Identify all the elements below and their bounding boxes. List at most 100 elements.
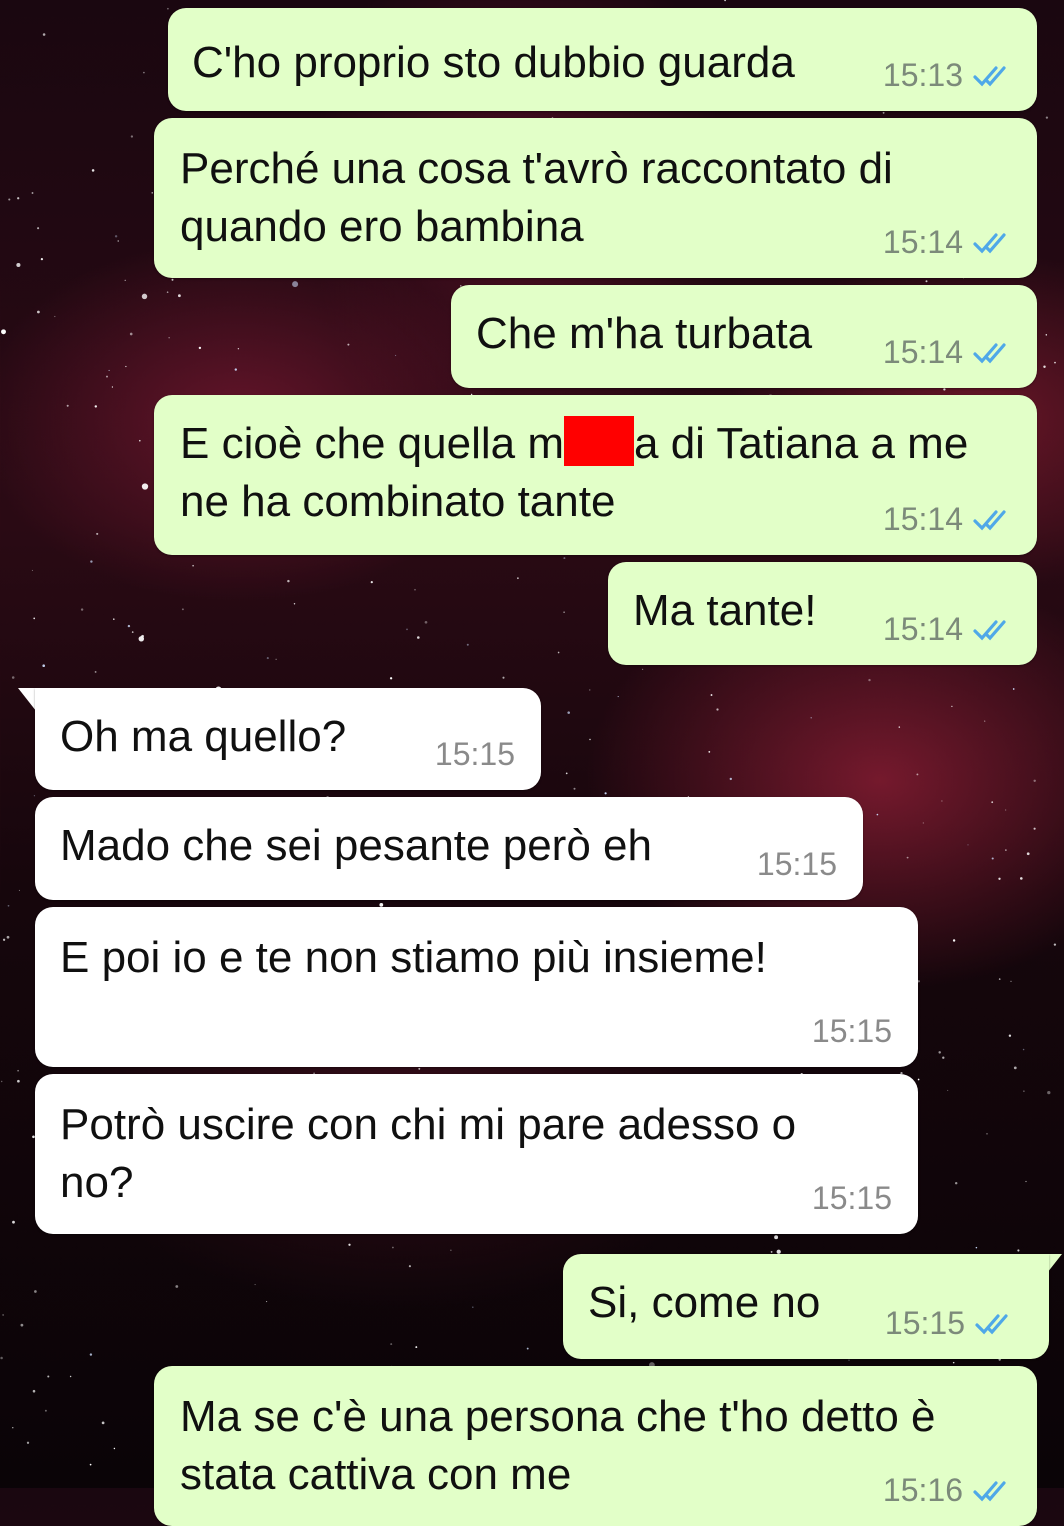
star (604, 792, 607, 795)
star (716, 708, 719, 711)
message-text-part: E cioè che quella m (180, 419, 564, 468)
star (293, 603, 296, 605)
double-check-read-icon (973, 620, 1006, 641)
star (424, 620, 428, 624)
star (347, 343, 350, 346)
star (168, 337, 170, 339)
star (171, 278, 174, 281)
star (151, 192, 153, 194)
star (998, 877, 1001, 880)
star (954, 1181, 958, 1185)
message-text: Mado che sei pesante però eh (60, 821, 652, 870)
message-bubble-incoming[interactable]: Oh ma quello? 15:15 (35, 688, 541, 790)
message-bubble-outgoing[interactable]: Che m'ha turbata 15:14 (451, 285, 1037, 388)
star (1053, 943, 1057, 946)
message-bubble-outgoing[interactable]: Perché una cosa t'avrò raccontato di qua… (154, 118, 1037, 278)
star (710, 694, 713, 696)
star (392, 1246, 394, 1249)
star (89, 1463, 92, 1466)
star (37, 310, 40, 314)
star (37, 227, 40, 230)
star (810, 717, 812, 719)
star (17, 1069, 19, 1072)
star (234, 368, 237, 371)
star (502, 676, 505, 679)
star (1008, 1034, 1012, 1037)
message-bubble-incoming[interactable]: E poi io e te non stiamo più insieme! 15… (35, 907, 918, 1067)
message-text: E cioè che quella ma di Tatiana a me ne … (180, 415, 980, 531)
message-meta: 15:15 (812, 1013, 892, 1049)
message-bubble-incoming[interactable]: Potrò uscire con chi mi pare adesso o no… (35, 1074, 918, 1234)
star (91, 169, 95, 172)
star (567, 711, 570, 714)
star (951, 705, 953, 708)
message-bubble-outgoing[interactable]: Si, come no 15:15 (563, 1254, 1049, 1359)
star (8, 198, 11, 201)
star (17, 197, 20, 200)
message-meta: 15:14 (883, 334, 1013, 370)
star (906, 856, 909, 859)
star (975, 1246, 978, 1249)
star (557, 651, 560, 654)
star (18, 889, 20, 891)
star (1022, 1048, 1025, 1051)
star (917, 1078, 920, 1081)
star (12, 1427, 14, 1429)
message-meta: 15:15 (435, 736, 515, 772)
star (986, 1133, 988, 1135)
message-bubble-incoming[interactable]: Mado che sei pesante però eh 15:15 (35, 797, 863, 900)
star (237, 348, 240, 350)
star (54, 315, 56, 318)
star (2, 938, 6, 941)
star (1045, 116, 1049, 119)
star (1012, 688, 1015, 690)
star (882, 111, 885, 114)
star (991, 801, 994, 804)
star (6, 935, 10, 939)
star (565, 772, 568, 775)
star (143, 71, 145, 74)
star (141, 483, 149, 490)
star (178, 294, 181, 298)
message-text: Ma se c'è una persona che t'ho detto è s… (180, 1392, 948, 1499)
star (0, 1080, 3, 1083)
message-bubble-outgoing[interactable]: C'ho proprio sto dubbio guarda 15:13 (168, 8, 1037, 111)
star (130, 135, 134, 138)
star (292, 281, 299, 288)
star (417, 636, 420, 639)
star (922, 822, 924, 824)
message-bubble-outgoing[interactable]: E cioè che quella ma di Tatiana a me ne … (154, 395, 1037, 555)
star (876, 813, 879, 816)
star (967, 844, 969, 846)
star (348, 1243, 351, 1246)
star (131, 631, 134, 633)
message-meta: 15:14 (883, 501, 1013, 537)
star (42, 664, 45, 667)
star (941, 800, 943, 802)
message-text: C'ho proprio sto dubbio guarda (192, 38, 795, 87)
star (563, 557, 566, 560)
star (1013, 1066, 1017, 1070)
star (1023, 1090, 1025, 1092)
star (47, 1375, 50, 1378)
message-text: Oh ma quello? (60, 712, 347, 761)
message-bubble-outgoing[interactable]: Ma se c'è una persona che t'ho detto è s… (154, 1366, 1037, 1526)
double-check-read-icon (973, 233, 1006, 254)
star (108, 369, 110, 371)
star (1017, 1249, 1020, 1252)
star (114, 235, 118, 238)
message-bubble-outgoing[interactable]: Ma tante! 15:14 (608, 562, 1037, 665)
star (96, 532, 99, 535)
star (589, 689, 591, 691)
star (90, 560, 93, 563)
star (1005, 849, 1007, 851)
message-time: 15:15 (756, 846, 837, 882)
message-text: Che m'ha turbata (476, 309, 813, 358)
message-time: 15:14 (882, 224, 963, 260)
star (139, 439, 141, 442)
star (1033, 779, 1036, 783)
double-check-read-icon (973, 510, 1006, 531)
star (124, 279, 126, 281)
star (254, 1284, 256, 1286)
message-time: 15:13 (882, 57, 963, 93)
